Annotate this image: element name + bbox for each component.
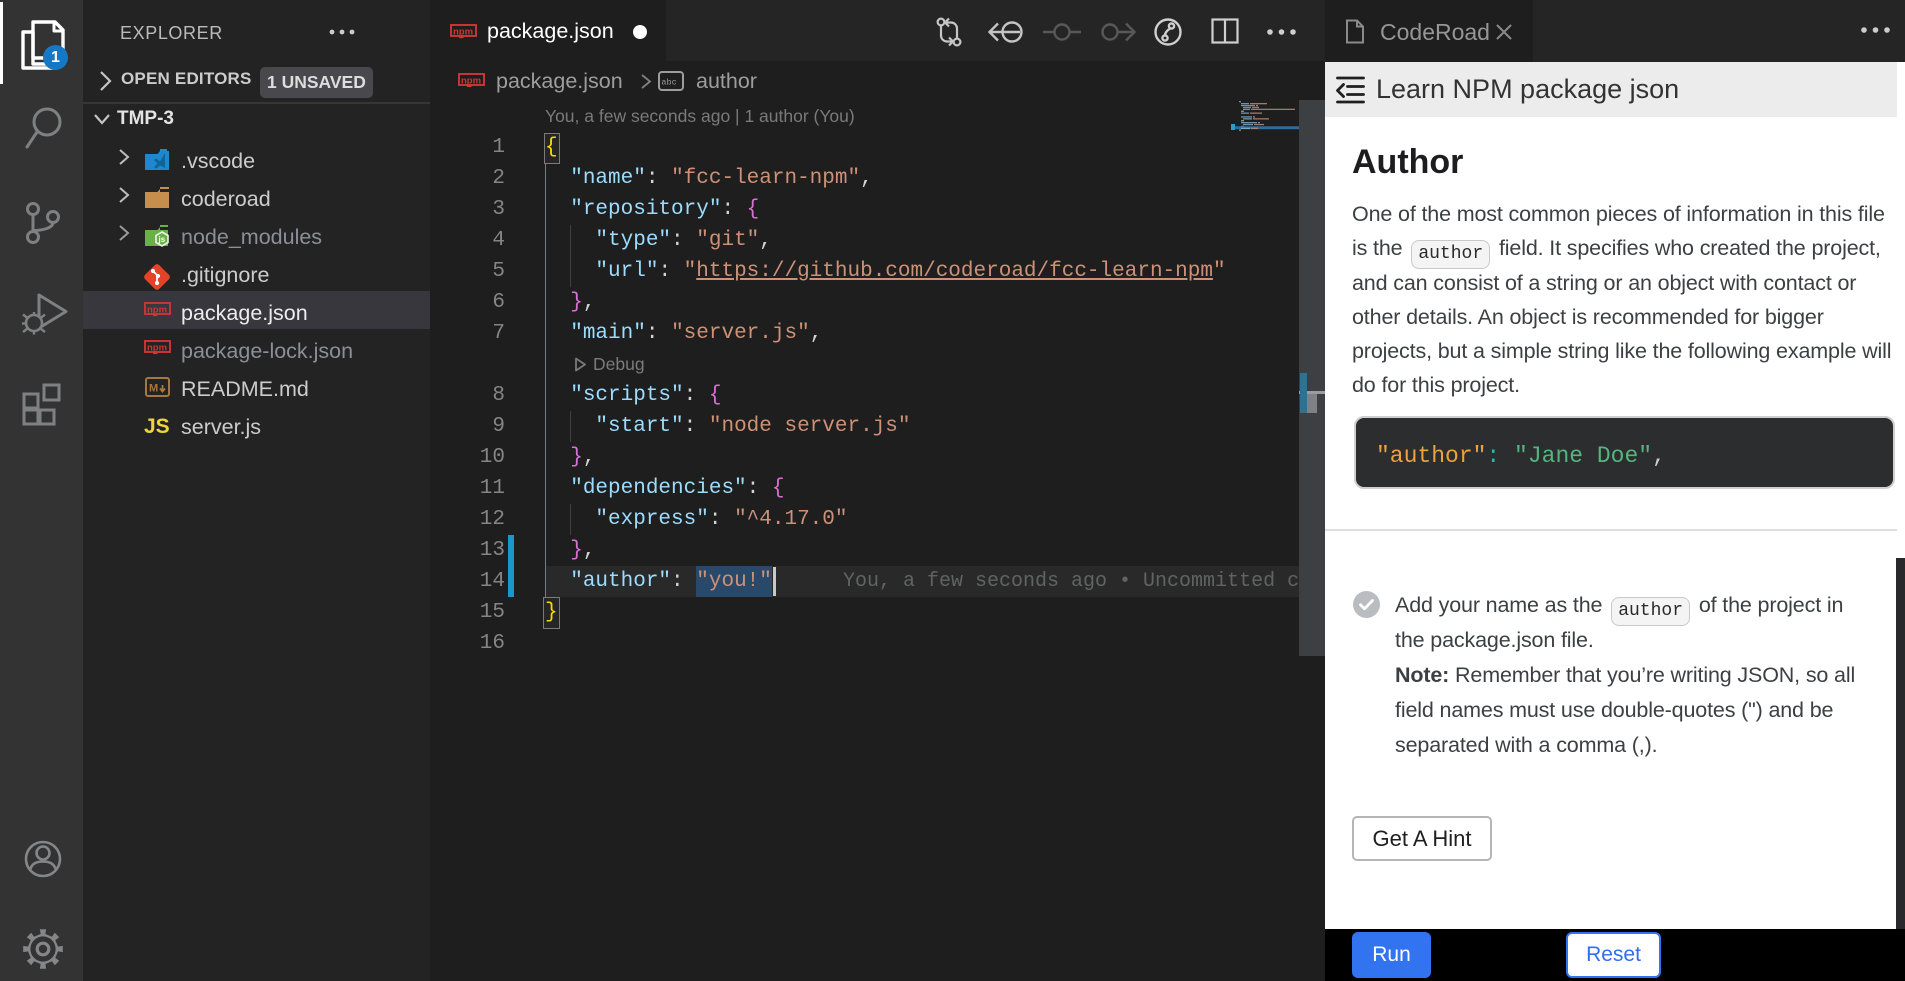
- svg-text:M: M: [149, 383, 158, 395]
- svg-text:abc: abc: [661, 78, 676, 88]
- svg-text:js: js: [158, 235, 166, 244]
